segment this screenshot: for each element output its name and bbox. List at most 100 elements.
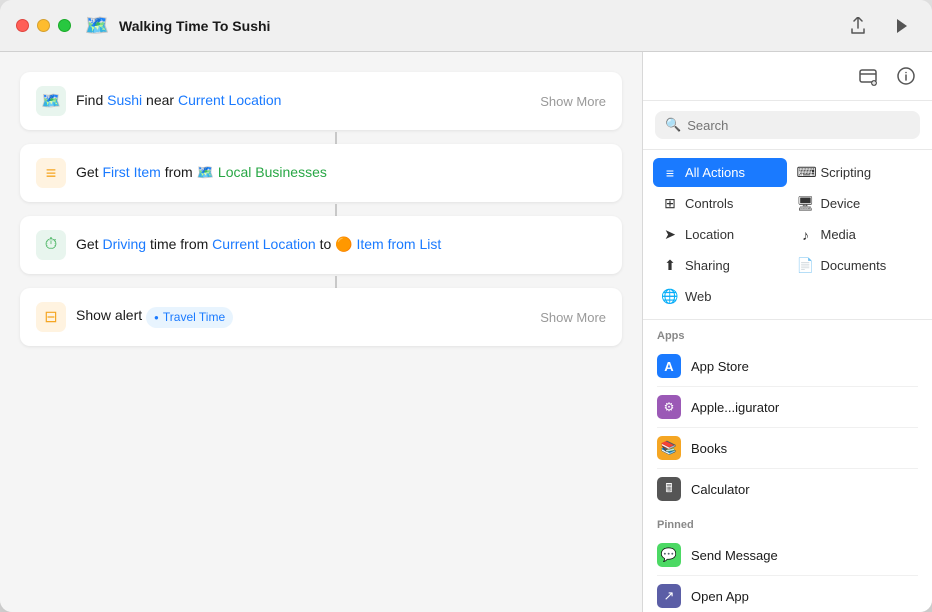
sharing-icon: ⬆ xyxy=(661,257,679,274)
category-sharing-label: Sharing xyxy=(685,258,730,273)
info-icon[interactable] xyxy=(892,62,920,90)
action-calculator-label: Calculator xyxy=(691,482,750,497)
show-alert-card: ⊟ Show alert Travel Time Show More xyxy=(20,288,622,346)
travel-time-badge: Travel Time xyxy=(146,307,233,328)
category-scripting[interactable]: ⌨ Scripting xyxy=(789,158,923,187)
search-icon: 🔍 xyxy=(665,117,681,133)
get-first-item-text: Get First Item from 🗺️ Local Businesses xyxy=(76,163,606,183)
app-icon: 🗺️ xyxy=(83,12,111,40)
app-window: 🗺️ Walking Time To Sushi 🗺️ Find xyxy=(0,0,932,612)
categories-grid: ≡ All Actions ⌨ Scripting ⊞ Controls 🖥 D… xyxy=(643,150,932,320)
titlebar-actions xyxy=(844,12,916,40)
action-app-store[interactable]: A App Store xyxy=(643,346,932,386)
close-button[interactable] xyxy=(16,19,29,32)
alert-icon: ⊟ xyxy=(36,302,66,332)
device-icon: 🖥 xyxy=(797,195,815,212)
show-more-4[interactable]: Show More xyxy=(540,310,606,325)
text-from: from xyxy=(165,164,197,180)
find-sushi-text: Find Sushi near Current Location xyxy=(76,91,530,111)
search-bar: 🔍 xyxy=(643,101,932,150)
books-icon: 📚 xyxy=(657,436,681,460)
maximize-button[interactable] xyxy=(58,19,71,32)
current-location-2: Current Location xyxy=(212,236,316,252)
category-web-label: Web xyxy=(685,289,712,304)
actions-panel: 🔍 ≡ All Actions ⌨ Scripting ⊞ xyxy=(642,52,932,612)
first-item-highlight: First Item xyxy=(102,164,160,180)
text-to: to xyxy=(320,236,336,252)
titlebar: 🗺️ Walking Time To Sushi xyxy=(0,0,932,52)
category-sharing[interactable]: ⬆ Sharing xyxy=(653,251,787,280)
category-media[interactable]: ♪ Media xyxy=(789,220,923,249)
category-location-label: Location xyxy=(685,227,734,242)
workflow-panel: 🗺️ Find Sushi near Current Location Show… xyxy=(0,52,642,612)
search-input[interactable] xyxy=(687,118,910,133)
action-send-message-label: Send Message xyxy=(691,548,778,563)
find-sushi-card: 🗺️ Find Sushi near Current Location Show… xyxy=(20,72,622,130)
action-app-store-label: App Store xyxy=(691,359,749,374)
window-title: Walking Time To Sushi xyxy=(119,18,844,34)
scripting-icon: ⌨ xyxy=(797,164,815,181)
category-location[interactable]: ➤ Location xyxy=(653,220,787,249)
local-businesses-highlight: 🗺️ Local Businesses xyxy=(197,164,327,180)
apple-configurator-icon: ⚙ xyxy=(657,395,681,419)
action-calculator[interactable]: 🖩 Calculator xyxy=(643,469,932,509)
share-button[interactable] xyxy=(844,12,872,40)
category-controls[interactable]: ⊞ Controls xyxy=(653,189,787,218)
connector-1 xyxy=(335,132,337,144)
text-get: Get xyxy=(76,164,102,180)
text-get2: Get xyxy=(76,236,102,252)
timer-icon: ⏱ xyxy=(36,230,66,260)
text-near: near xyxy=(146,92,178,108)
text-find: Find xyxy=(76,92,107,108)
category-all-actions-label: All Actions xyxy=(685,165,745,180)
action-books-label: Books xyxy=(691,441,727,456)
apps-section-label: Apps xyxy=(643,320,932,346)
get-driving-card: ⏱ Get Driving time from Current Location… xyxy=(20,216,622,274)
location-icon: ➤ xyxy=(661,226,679,243)
show-alert-text: Show alert Travel Time xyxy=(76,306,530,328)
action-open-app-label: Open App xyxy=(691,589,749,604)
action-apple-configurator[interactable]: ⚙ Apple...igurator xyxy=(643,387,932,427)
text-show-alert: Show alert xyxy=(76,307,146,323)
category-scripting-label: Scripting xyxy=(821,165,872,180)
send-message-icon: 💬 xyxy=(657,543,681,567)
action-apple-configurator-label: Apple...igurator xyxy=(691,400,779,415)
category-device[interactable]: 🖥 Device xyxy=(789,189,923,218)
content-area: 🗺️ Find Sushi near Current Location Show… xyxy=(0,52,932,612)
open-app-icon: ↗ xyxy=(657,584,681,608)
documents-icon: 📄 xyxy=(797,257,815,274)
action-books[interactable]: 📚 Books xyxy=(643,428,932,468)
actions-list: Apps A App Store ⚙ Apple...igurator 📚 Bo… xyxy=(643,320,932,612)
pinned-section-label: Pinned xyxy=(643,509,932,535)
category-documents-label: Documents xyxy=(821,258,887,273)
get-first-item-card: ≡ Get First Item from 🗺️ Local Businesse… xyxy=(20,144,622,202)
category-all-actions[interactable]: ≡ All Actions xyxy=(653,158,787,187)
category-device-label: Device xyxy=(821,196,861,211)
action-send-message[interactable]: 💬 Send Message xyxy=(643,535,932,575)
search-wrapper[interactable]: 🔍 xyxy=(655,111,920,139)
traffic-lights xyxy=(16,19,71,32)
text-time-from: time from xyxy=(150,236,212,252)
get-driving-text: Get Driving time from Current Location t… xyxy=(76,235,606,255)
controls-icon: ⊞ xyxy=(661,195,679,212)
current-location-1: Current Location xyxy=(178,92,282,108)
category-web[interactable]: 🌐 Web xyxy=(653,282,787,311)
action-open-app[interactable]: ↗ Open App xyxy=(643,576,932,612)
sushi-highlight: Sushi xyxy=(107,92,142,108)
find-icon: 🗺️ xyxy=(36,86,66,116)
list-icon: ≡ xyxy=(36,158,66,188)
connector-2 xyxy=(335,204,337,216)
right-titlebar xyxy=(643,52,932,101)
all-actions-icon: ≡ xyxy=(661,165,679,181)
run-button[interactable] xyxy=(888,12,916,40)
show-more-1[interactable]: Show More xyxy=(540,94,606,109)
category-documents[interactable]: 📄 Documents xyxy=(789,251,923,280)
library-icon[interactable] xyxy=(854,62,882,90)
media-icon: ♪ xyxy=(797,227,815,243)
driving-highlight: Driving xyxy=(102,236,146,252)
item-from-list: 🟠 Item from List xyxy=(335,236,441,252)
minimize-button[interactable] xyxy=(37,19,50,32)
web-icon: 🌐 xyxy=(661,288,679,305)
category-controls-label: Controls xyxy=(685,196,733,211)
app-store-icon: A xyxy=(657,354,681,378)
